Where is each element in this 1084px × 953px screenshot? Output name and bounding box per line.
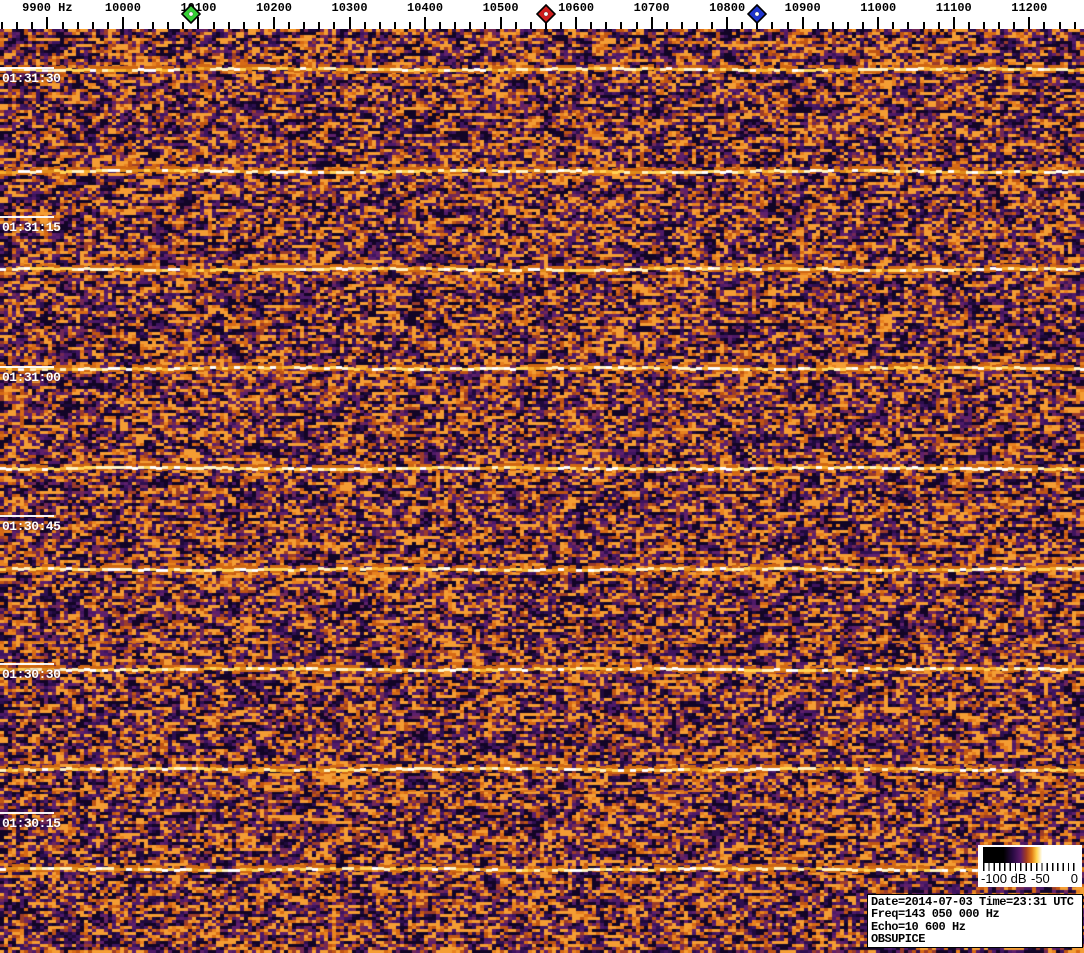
freq-major-tick bbox=[877, 17, 879, 29]
freq-minor-tick bbox=[77, 22, 79, 29]
freq-minor-tick bbox=[620, 22, 622, 29]
freq-axis-label: 11200 bbox=[1011, 1, 1047, 15]
freq-minor-tick bbox=[228, 22, 230, 29]
freq-minor-tick bbox=[847, 22, 849, 29]
freq-minor-tick bbox=[968, 22, 970, 29]
station-info-box: Date=2014-07-03 Time=23:31 UTC Freq=143 … bbox=[867, 894, 1083, 948]
colorbar-label-min: -100 dB bbox=[981, 871, 1027, 886]
freq-minor-tick bbox=[771, 22, 773, 29]
freq-major-tick bbox=[500, 17, 502, 29]
freq-marker-green-diamond-icon[interactable] bbox=[181, 4, 201, 24]
freq-axis-label: 10600 bbox=[558, 1, 594, 15]
freq-minor-tick bbox=[907, 22, 909, 29]
freq-minor-tick bbox=[787, 22, 789, 29]
freq-minor-tick bbox=[711, 22, 713, 29]
freq-axis-label: 9900 Hz bbox=[22, 1, 72, 15]
waterfall-spectrogram[interactable] bbox=[0, 29, 1084, 953]
info-frequency: Freq=143 050 000 Hz bbox=[871, 908, 1082, 920]
freq-minor-tick bbox=[1074, 22, 1076, 29]
freq-minor-tick bbox=[364, 22, 366, 29]
freq-minor-tick bbox=[832, 22, 834, 29]
freq-minor-tick bbox=[243, 22, 245, 29]
freq-major-tick bbox=[424, 17, 426, 29]
freq-axis-label: 10500 bbox=[483, 1, 519, 15]
freq-minor-tick bbox=[862, 22, 864, 29]
freq-major-tick bbox=[802, 17, 804, 29]
freq-axis-label: 10000 bbox=[105, 1, 141, 15]
spectrogram-window: 9900 Hz100001010010200103001040010500106… bbox=[0, 0, 1084, 953]
freq-major-tick bbox=[46, 17, 48, 29]
freq-minor-tick bbox=[983, 22, 985, 29]
freq-minor-tick bbox=[333, 22, 335, 29]
amplitude-colorbar[interactable]: -100 dB -50 0 bbox=[978, 845, 1082, 887]
freq-marker-blue-diamond-icon[interactable] bbox=[747, 4, 767, 24]
freq-minor-tick bbox=[817, 22, 819, 29]
freq-minor-tick bbox=[16, 22, 18, 29]
freq-minor-tick bbox=[741, 22, 743, 29]
freq-minor-tick bbox=[288, 22, 290, 29]
freq-minor-tick bbox=[107, 22, 109, 29]
colorbar-label-max: 0 bbox=[1071, 871, 1078, 886]
freq-axis-label: 10300 bbox=[332, 1, 368, 15]
freq-minor-tick bbox=[590, 22, 592, 29]
freq-minor-tick bbox=[530, 22, 532, 29]
freq-minor-tick bbox=[681, 22, 683, 29]
colorbar-ticks bbox=[983, 863, 1078, 871]
colorbar-label-mid: -50 bbox=[1031, 871, 1050, 886]
freq-minor-tick bbox=[318, 22, 320, 29]
freq-major-tick bbox=[122, 17, 124, 29]
freq-minor-tick bbox=[303, 22, 305, 29]
info-station: OBSUPICE bbox=[871, 933, 1082, 945]
freq-major-tick bbox=[726, 17, 728, 29]
freq-minor-tick bbox=[439, 22, 441, 29]
freq-minor-tick bbox=[137, 22, 139, 29]
freq-minor-tick bbox=[62, 22, 64, 29]
freq-minor-tick bbox=[31, 22, 33, 29]
freq-axis-label: 10900 bbox=[785, 1, 821, 15]
freq-major-tick bbox=[349, 17, 351, 29]
freq-minor-tick bbox=[167, 22, 169, 29]
freq-minor-tick bbox=[213, 22, 215, 29]
freq-minor-tick bbox=[409, 22, 411, 29]
freq-minor-tick bbox=[379, 22, 381, 29]
freq-axis-label: 11100 bbox=[936, 1, 972, 15]
freq-minor-tick bbox=[998, 22, 1000, 29]
freq-major-tick bbox=[651, 17, 653, 29]
freq-axis-label: 10200 bbox=[256, 1, 292, 15]
freq-minor-tick bbox=[454, 22, 456, 29]
freq-minor-tick bbox=[1043, 22, 1045, 29]
freq-minor-tick bbox=[258, 22, 260, 29]
freq-minor-tick bbox=[152, 22, 154, 29]
freq-axis-label: 10700 bbox=[634, 1, 670, 15]
freq-marker-red-diamond-icon[interactable] bbox=[536, 4, 556, 24]
freq-minor-tick bbox=[923, 22, 925, 29]
freq-minor-tick bbox=[515, 22, 517, 29]
freq-minor-tick bbox=[666, 22, 668, 29]
freq-minor-tick bbox=[892, 22, 894, 29]
freq-minor-tick bbox=[1013, 22, 1015, 29]
freq-minor-tick bbox=[394, 22, 396, 29]
freq-minor-tick bbox=[605, 22, 607, 29]
freq-minor-tick bbox=[560, 22, 562, 29]
frequency-axis[interactable]: 9900 Hz100001010010200103001040010500106… bbox=[0, 0, 1084, 29]
freq-minor-tick bbox=[1059, 22, 1061, 29]
freq-minor-tick bbox=[1, 22, 3, 29]
freq-minor-tick bbox=[636, 22, 638, 29]
freq-axis-label: 11000 bbox=[860, 1, 896, 15]
freq-major-tick bbox=[1028, 17, 1030, 29]
freq-minor-tick bbox=[696, 22, 698, 29]
freq-minor-tick bbox=[469, 22, 471, 29]
freq-minor-tick bbox=[92, 22, 94, 29]
freq-minor-tick bbox=[938, 22, 940, 29]
freq-minor-tick bbox=[484, 22, 486, 29]
freq-axis-label: 10800 bbox=[709, 1, 745, 15]
freq-major-tick bbox=[953, 17, 955, 29]
freq-major-tick bbox=[273, 17, 275, 29]
colorbar-gradient bbox=[983, 847, 1077, 863]
freq-axis-label: 10400 bbox=[407, 1, 443, 15]
freq-major-tick bbox=[575, 17, 577, 29]
